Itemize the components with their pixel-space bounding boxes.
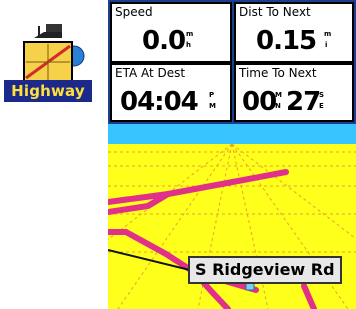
speed-value: 0.0 (142, 26, 186, 56)
dist-to-next-value: 0.15 (256, 26, 317, 56)
eta-unit-bottom: M (209, 102, 216, 110)
seconds-unit-bottom: E (319, 102, 324, 110)
speed-unit-bottom: h (186, 41, 191, 49)
speed-unit-top: m (186, 30, 194, 38)
eta-value: 04:04 (120, 87, 199, 117)
time-to-next-minutes: 00 (242, 87, 277, 117)
highway-app-label: Highway (4, 80, 92, 102)
time-to-next-field[interactable]: Time To Next 00 M N 27 S E (234, 63, 354, 122)
eta-label: ETA At Dest (115, 66, 186, 80)
time-to-next-seconds: 27 (286, 87, 321, 117)
minutes-unit-bottom: N (275, 102, 281, 110)
dist-to-next-field[interactable]: Dist To Next 0.15 m i (234, 2, 354, 63)
speed-label: Speed (115, 5, 153, 19)
dist-to-next-label: Dist To Next (239, 5, 311, 19)
eta-at-dest-field[interactable]: ETA At Dest 04:04 P M (110, 63, 232, 122)
time-to-next-label: Time To Next (239, 66, 317, 80)
eta-unit-top: P (209, 91, 215, 99)
street-name-label: S Ridgeview Rd (188, 256, 342, 284)
minutes-unit-top: M (275, 91, 282, 99)
speed-field[interactable]: Speed 0.0 m h (110, 2, 232, 63)
data-fields-panel: Speed 0.0 m h Dist To Next 0.15 m i ETA … (108, 0, 356, 124)
seconds-unit-top: S (319, 91, 325, 99)
dist-unit-bottom: i (325, 41, 328, 49)
dist-unit-top: m (324, 30, 332, 38)
